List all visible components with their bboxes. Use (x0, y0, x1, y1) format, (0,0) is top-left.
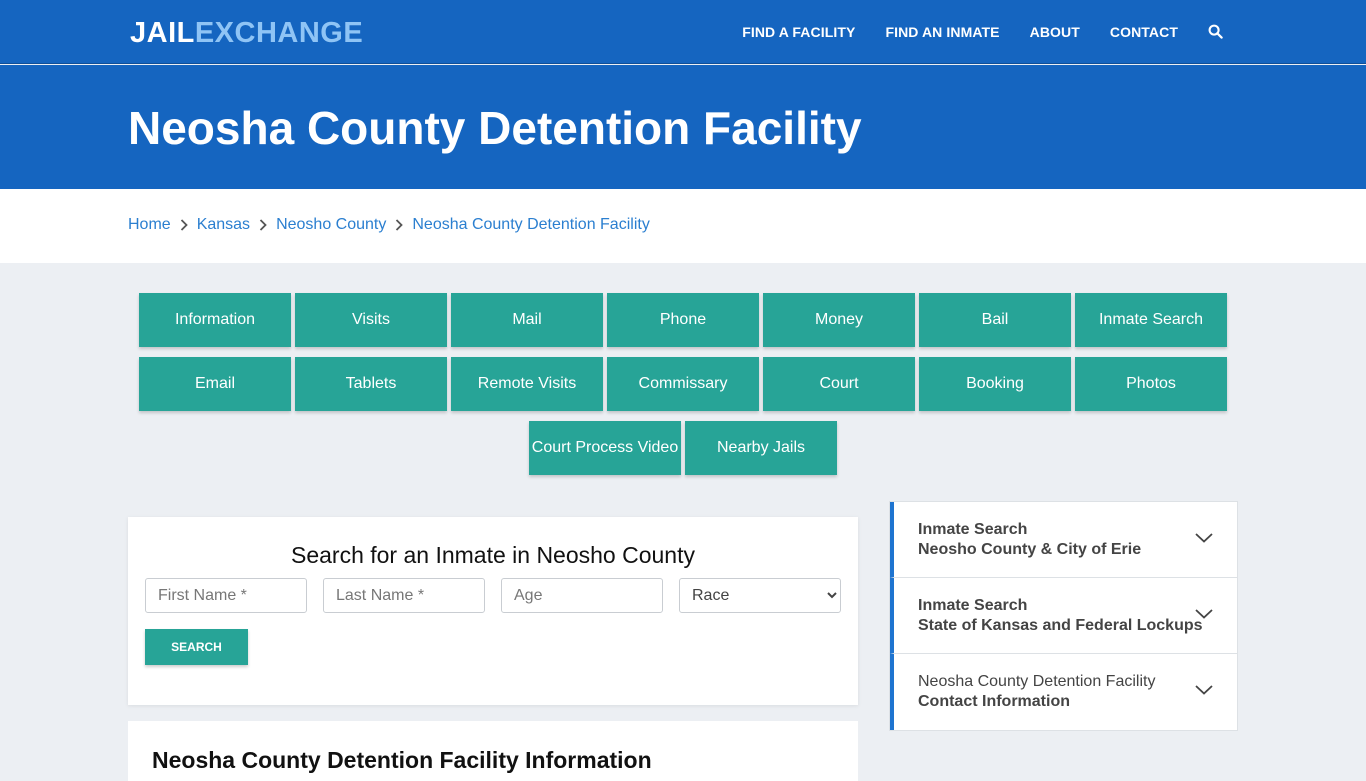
first-name-input[interactable] (145, 578, 307, 613)
sidebar-accordion: Inmate Search Neosho County & City of Er… (889, 501, 1238, 731)
accordion-item-county-search[interactable]: Inmate Search Neosho County & City of Er… (890, 502, 1237, 578)
chevron-down-icon (1195, 533, 1213, 543)
inmate-search-card: Search for an Inmate in Neosho County Ra… (128, 517, 858, 705)
menu-row-2: Email Tablets Remote Visits Commissary C… (139, 357, 1227, 411)
chevron-right-icon (256, 218, 270, 232)
tile-information[interactable]: Information (139, 293, 291, 347)
facility-menu-grid: Information Visits Mail Phone Money Bail… (139, 293, 1227, 485)
tile-court-process-video[interactable]: Court Process Video (529, 421, 681, 475)
page-title: Neosha County Detention Facility (128, 102, 862, 154)
tile-email[interactable]: Email (139, 357, 291, 411)
race-select[interactable]: Race (679, 578, 841, 613)
chevron-right-icon (177, 218, 191, 232)
chevron-down-icon (1195, 685, 1213, 695)
tile-money[interactable]: Money (763, 293, 915, 347)
nav-about[interactable]: ABOUT (1030, 24, 1080, 40)
facility-info-card: Neosha County Detention Facility Informa… (128, 721, 858, 781)
nav-find-facility[interactable]: FIND A FACILITY (742, 24, 855, 40)
tile-court[interactable]: Court (763, 357, 915, 411)
tile-remote-visits[interactable]: Remote Visits (451, 357, 603, 411)
accordion-item-subheading: Contact Information (918, 693, 1070, 710)
logo-part-jail: JAIL (130, 17, 195, 49)
tile-booking[interactable]: Booking (919, 357, 1071, 411)
tile-photos[interactable]: Photos (1075, 357, 1227, 411)
main-nav: FIND A FACILITY FIND AN INMATE ABOUT CON… (712, 0, 1224, 64)
hero-banner: Neosha County Detention Facility (0, 65, 1366, 189)
tile-tablets[interactable]: Tablets (295, 357, 447, 411)
tile-phone[interactable]: Phone (607, 293, 759, 347)
breadcrumb-facility[interactable]: Neosha County Detention Facility (412, 216, 649, 234)
site-logo[interactable]: JAILEXCHANGE (130, 17, 363, 50)
last-name-input[interactable] (323, 578, 485, 613)
accordion-item-contact-info[interactable]: Neosha County Detention Facility Contact… (890, 654, 1237, 730)
search-icon[interactable] (1208, 24, 1224, 40)
search-icon-graphic (1208, 24, 1223, 39)
tile-visits[interactable]: Visits (295, 293, 447, 347)
tile-commissary[interactable]: Commissary (607, 357, 759, 411)
menu-row-3: Court Process Video Nearby Jails (139, 421, 1227, 475)
tile-inmate-search[interactable]: Inmate Search (1075, 293, 1227, 347)
accordion-item-state-search[interactable]: Inmate Search State of Kansas and Federa… (890, 578, 1237, 654)
logo-part-exchange: EXCHANGE (194, 17, 364, 49)
search-card-title: Search for an Inmate in Neosho County (290, 542, 695, 568)
tile-mail[interactable]: Mail (451, 293, 603, 347)
accordion-item-heading: Neosha County Detention Facility (918, 673, 1156, 690)
search-button[interactable]: SEARCH (145, 629, 248, 665)
info-section-title: Neosha County Detention Facility Informa… (152, 747, 652, 773)
accordion-item-heading: Inmate Search (918, 521, 1028, 538)
tile-bail[interactable]: Bail (919, 293, 1071, 347)
chevron-down-icon (1195, 609, 1213, 619)
age-input[interactable] (501, 578, 663, 613)
menu-row-1: Information Visits Mail Phone Money Bail… (139, 293, 1227, 347)
breadcrumb-county[interactable]: Neosho County (276, 216, 386, 234)
breadcrumb-bar: Home Kansas Neosho County Neosha County … (0, 189, 1366, 263)
top-navbar: JAILEXCHANGE FIND A FACILITY FIND AN INM… (0, 0, 1366, 64)
accordion-item-subheading: Neosho County & City of Erie (918, 541, 1142, 558)
nav-find-inmate[interactable]: FIND AN INMATE (885, 24, 999, 40)
tile-nearby-jails[interactable]: Nearby Jails (685, 421, 837, 475)
breadcrumb: Home Kansas Neosho County Neosha County … (128, 216, 650, 234)
chevron-right-icon (392, 218, 406, 232)
nav-contact[interactable]: CONTACT (1110, 24, 1178, 40)
breadcrumb-home[interactable]: Home (128, 216, 171, 234)
accordion-item-subheading: State of Kansas and Federal Lockups (918, 617, 1203, 634)
accordion-item-heading: Inmate Search (918, 597, 1028, 614)
breadcrumb-state[interactable]: Kansas (197, 216, 250, 234)
